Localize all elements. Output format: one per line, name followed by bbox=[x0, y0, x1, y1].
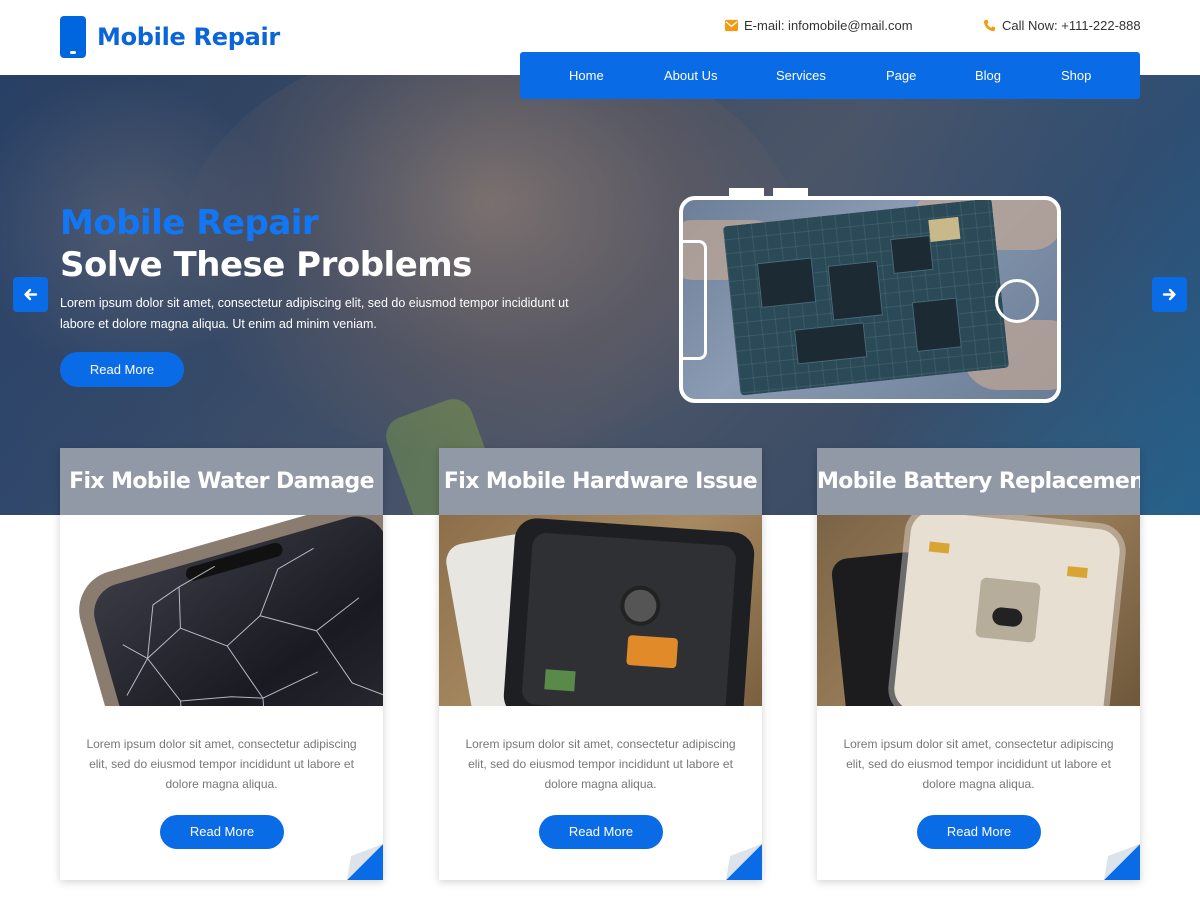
contact-phone-text: Call Now: +111-222-888 bbox=[1002, 18, 1141, 33]
site-logo[interactable]: Mobile Repair bbox=[60, 16, 280, 58]
service-card-battery-replacement: Mobile Battery Replacement Lorem ipsum d… bbox=[817, 448, 1140, 880]
card-read-more-button[interactable]: Read More bbox=[160, 815, 284, 849]
chip-shape bbox=[794, 322, 868, 365]
logo-text: Mobile Repair bbox=[97, 23, 280, 51]
arrow-right-icon bbox=[1162, 288, 1176, 301]
service-card-hardware-issue: Fix Mobile Hardware Issue Lorem ipsum do… bbox=[439, 448, 762, 880]
card-title: Fix Mobile Water Damage bbox=[69, 469, 374, 494]
hero-title-accent: Mobile Repair bbox=[60, 203, 319, 243]
chip-shape bbox=[827, 260, 884, 321]
camera-lens-icon bbox=[991, 606, 1024, 628]
card-description: Lorem ipsum dolor sit amet, consectetur … bbox=[843, 737, 1114, 791]
circuit-board-image bbox=[722, 200, 1010, 396]
nav-item-services[interactable]: Services bbox=[776, 52, 826, 99]
contact-email-text: E-mail: infomobile@mail.com bbox=[744, 18, 913, 33]
slider-next-button[interactable] bbox=[1152, 277, 1187, 312]
card-description: Lorem ipsum dolor sit amet, consectetur … bbox=[465, 737, 736, 791]
arrow-left-icon bbox=[24, 288, 38, 301]
contact-phone[interactable]: Call Now: +111-222-888 bbox=[983, 18, 1141, 33]
phone-frame bbox=[502, 516, 756, 706]
crack-lines bbox=[122, 547, 383, 706]
page-curl-corner-icon bbox=[726, 844, 762, 880]
mobile-phone-icon bbox=[60, 16, 86, 58]
card-read-more-button[interactable]: Read More bbox=[917, 815, 1041, 849]
hero-read-more-button[interactable]: Read More bbox=[60, 352, 184, 387]
phone-icon bbox=[983, 19, 996, 32]
card-read-more-button[interactable]: Read More bbox=[539, 815, 663, 849]
page-curl-corner-icon bbox=[1104, 844, 1140, 880]
contact-pad bbox=[1066, 566, 1088, 579]
card-title: Mobile Battery Replacement bbox=[817, 469, 1140, 494]
chip-shape bbox=[544, 669, 576, 692]
nav-item-about-us[interactable]: About Us bbox=[664, 52, 717, 99]
phone-battery-image bbox=[817, 515, 1140, 706]
service-card-water-damage: Fix Mobile Water Damage Lorem ipsum dolo… bbox=[60, 448, 383, 880]
nav-item-blog[interactable]: Blog bbox=[975, 52, 1001, 99]
phone-screen bbox=[87, 515, 383, 706]
hero-title: Solve These Problems bbox=[60, 245, 472, 285]
flex-cable bbox=[626, 634, 679, 669]
nav-item-home[interactable]: Home bbox=[569, 52, 604, 99]
chip-shape bbox=[911, 297, 962, 352]
contact-email[interactable]: E-mail: infomobile@mail.com bbox=[725, 18, 913, 33]
hero-description: Lorem ipsum dolor sit amet, consectetur … bbox=[60, 296, 569, 331]
card-description: Lorem ipsum dolor sit amet, consectetur … bbox=[86, 737, 357, 791]
envelope-icon bbox=[725, 19, 738, 32]
hero-camera-frame-image bbox=[679, 196, 1061, 403]
phone-shape bbox=[69, 515, 383, 706]
camera-frame-side bbox=[683, 240, 707, 360]
chip-shape bbox=[890, 234, 934, 274]
nav-item-shop[interactable]: Shop bbox=[1061, 52, 1091, 99]
cracked-phone-image bbox=[60, 515, 383, 706]
chip-shape bbox=[756, 257, 817, 308]
page-curl-corner-icon bbox=[347, 844, 383, 880]
camera-lens-icon bbox=[995, 279, 1039, 323]
main-nav: Home About Us Services Page Blog Shop bbox=[520, 52, 1140, 99]
contact-pad bbox=[928, 541, 950, 554]
card-title: Fix Mobile Hardware Issue bbox=[443, 469, 758, 494]
phone-hardware-image bbox=[439, 515, 762, 706]
connector-shape bbox=[928, 216, 961, 242]
nav-item-page[interactable]: Page bbox=[886, 52, 916, 99]
phone-white bbox=[892, 515, 1122, 706]
slider-prev-button[interactable] bbox=[13, 277, 48, 312]
